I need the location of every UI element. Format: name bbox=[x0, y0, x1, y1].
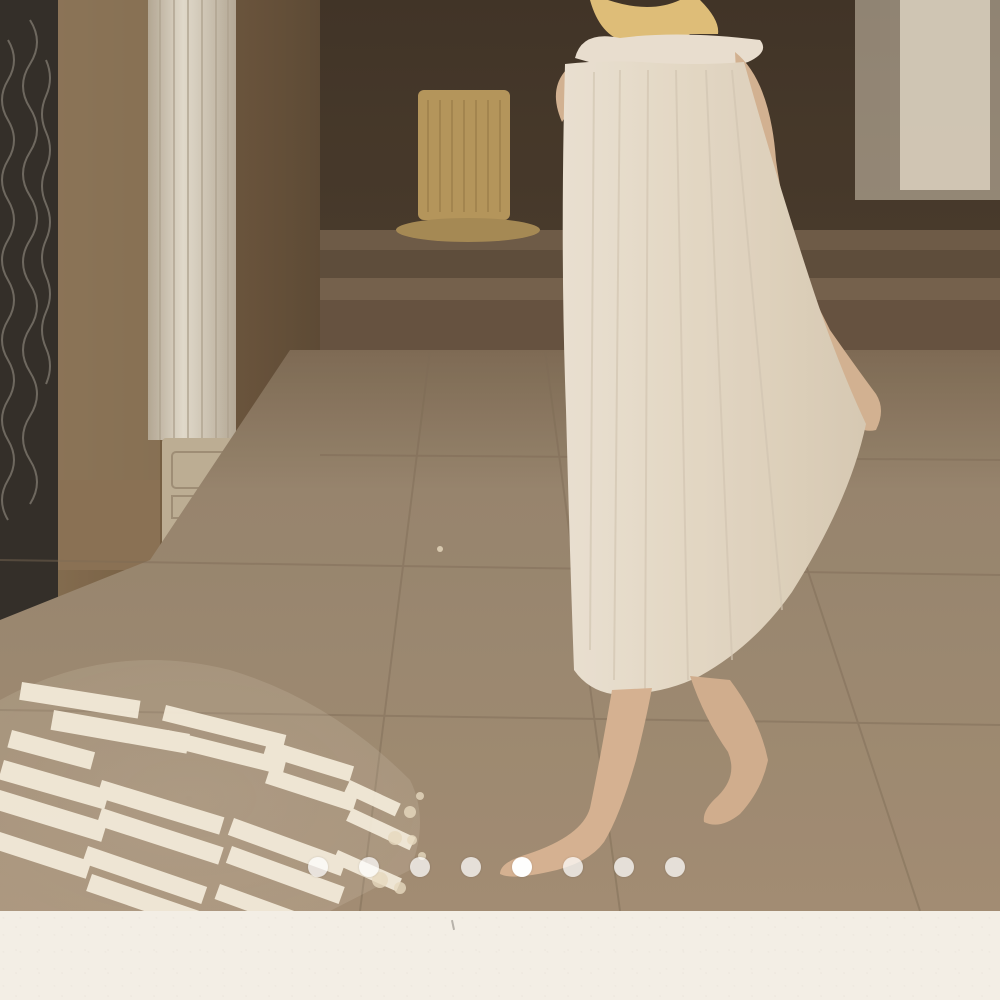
product-image[interactable] bbox=[0, 0, 1000, 911]
carousel-dot-7[interactable] bbox=[614, 857, 634, 877]
product-photo bbox=[0, 0, 1000, 911]
carousel-dot-5[interactable] bbox=[512, 857, 532, 877]
carousel-dot-2[interactable] bbox=[359, 857, 379, 877]
carousel-dot-6[interactable] bbox=[563, 857, 583, 877]
carousel-dot-3[interactable] bbox=[410, 857, 430, 877]
carousel-indicator bbox=[308, 857, 685, 877]
product-page bbox=[0, 0, 1000, 1000]
carousel-dot-8[interactable] bbox=[665, 857, 685, 877]
content-panel bbox=[0, 911, 1000, 1000]
carousel-dot-1[interactable] bbox=[308, 857, 328, 877]
carousel-dot-4[interactable] bbox=[461, 857, 481, 877]
